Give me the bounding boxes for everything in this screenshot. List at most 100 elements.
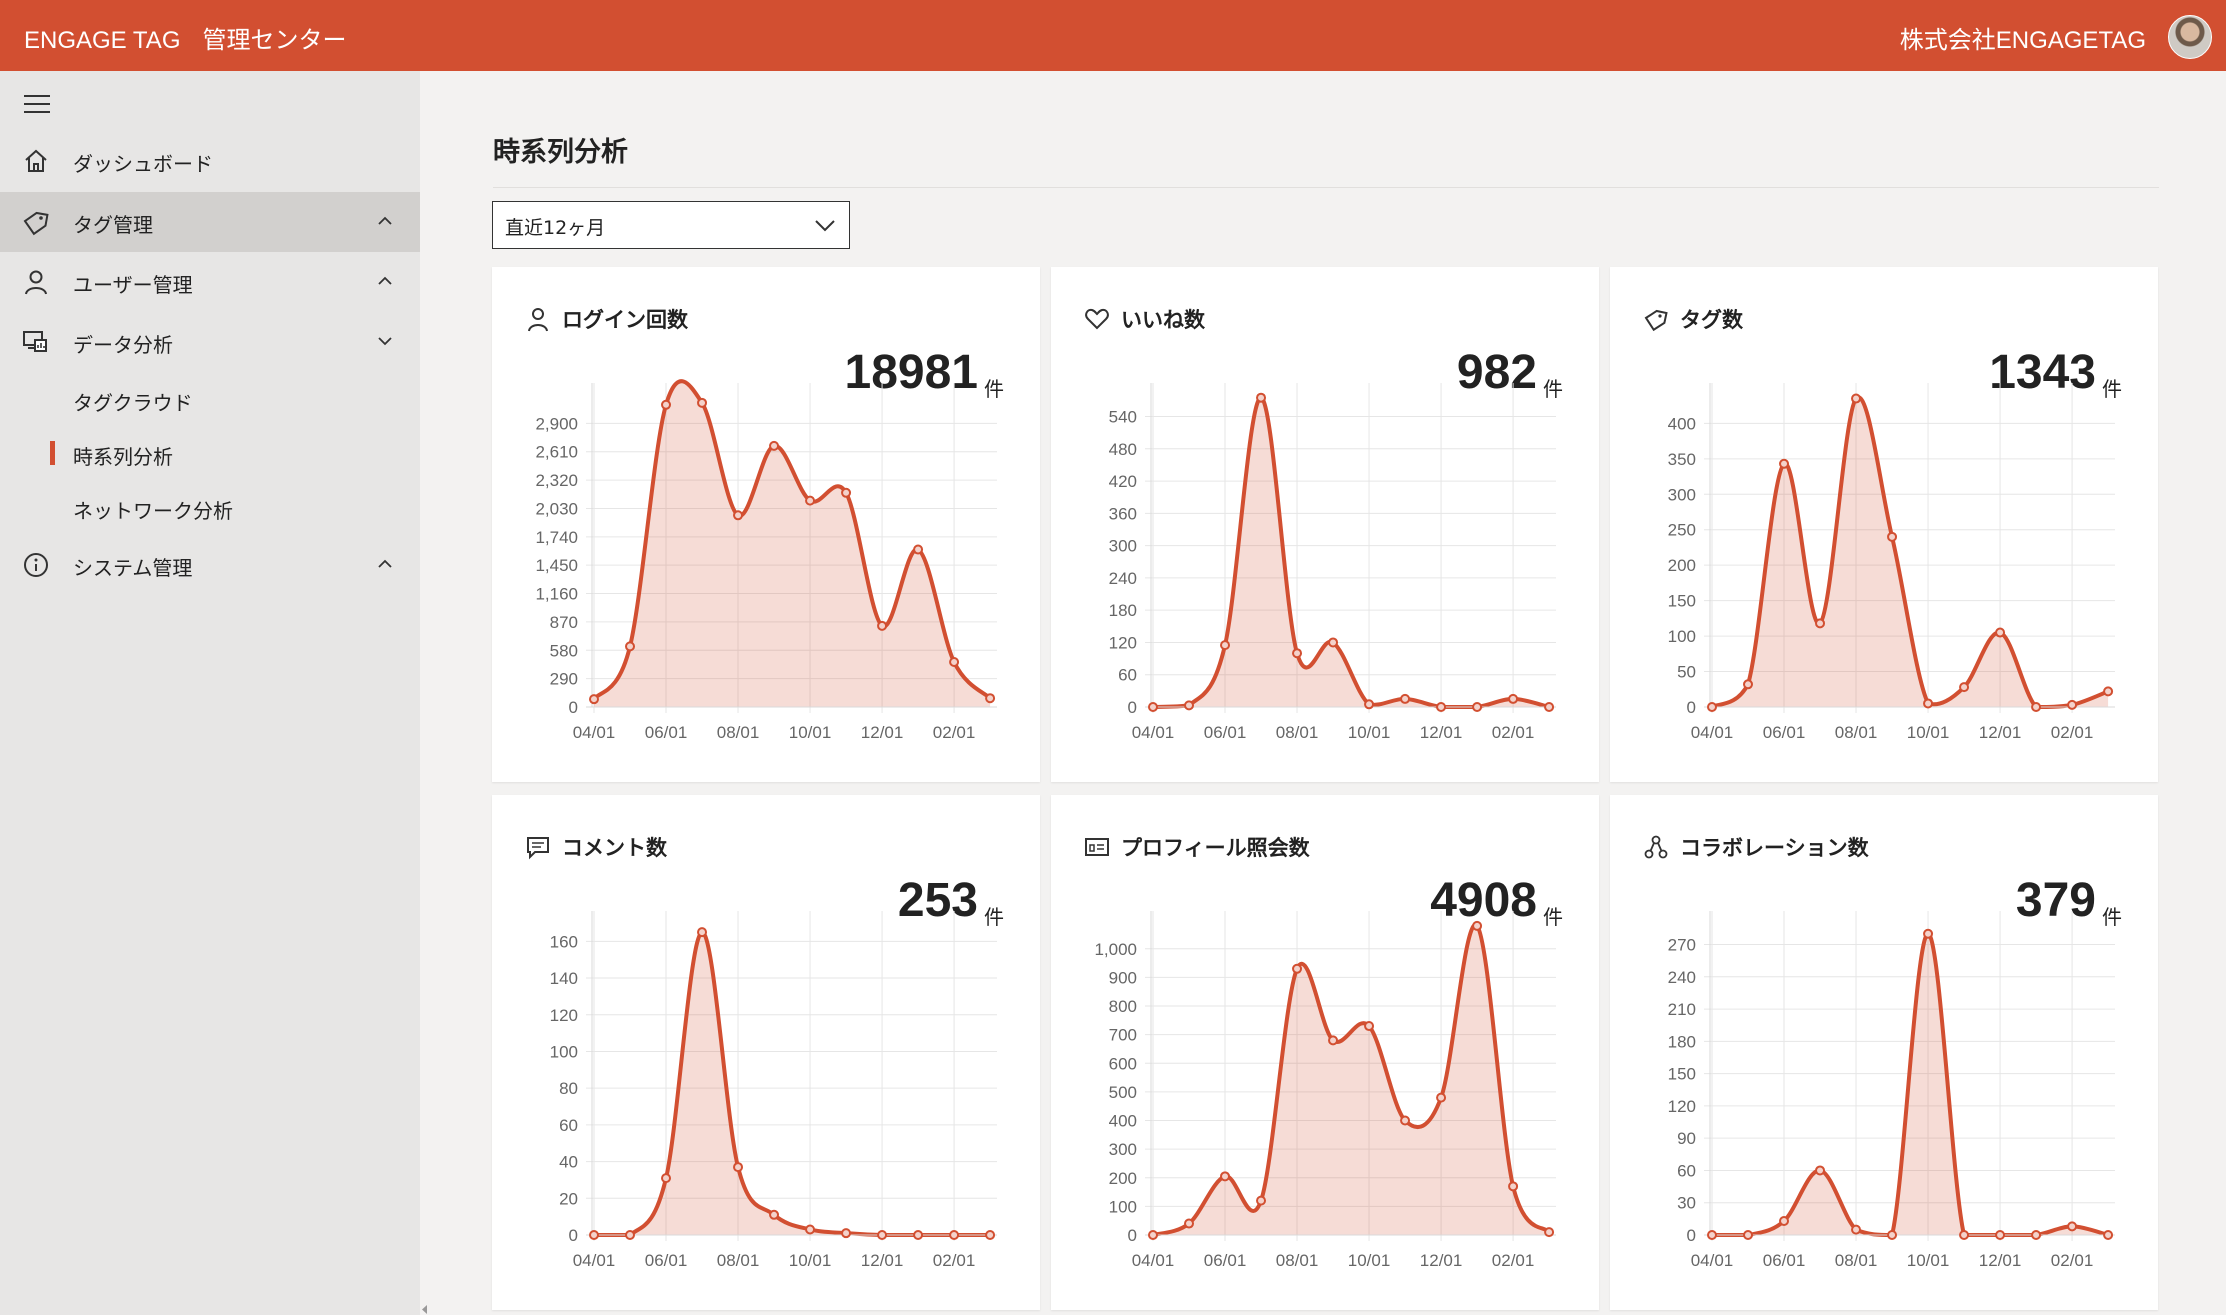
data-point[interactable]	[1995, 1230, 2006, 1240]
data-point[interactable]	[661, 1173, 672, 1184]
data-point[interactable]	[1472, 920, 1483, 931]
data-point[interactable]	[697, 397, 708, 408]
data-point[interactable]	[1184, 1218, 1195, 1229]
data-point[interactable]	[589, 694, 599, 705]
data-point[interactable]	[913, 544, 924, 555]
data-point[interactable]	[1364, 1021, 1375, 1032]
chevron-up-icon[interactable]	[378, 557, 392, 571]
data-point[interactable]	[985, 1230, 996, 1240]
data-point[interactable]	[1851, 393, 1862, 404]
data-point[interactable]	[1148, 1230, 1158, 1240]
y-tick-label: 800	[1109, 997, 1137, 1016]
chevron-down-icon[interactable]	[378, 334, 392, 348]
period-select[interactable]: 直近12ヶ月	[492, 201, 850, 249]
data-point[interactable]	[1220, 1171, 1231, 1182]
data-point[interactable]	[1256, 392, 1267, 403]
data-point[interactable]	[841, 1228, 852, 1239]
data-point[interactable]	[2103, 1230, 2114, 1240]
data-point[interactable]	[1400, 1115, 1411, 1126]
company-name[interactable]: 株式会社ENGAGETAG	[1900, 20, 2146, 55]
sidebar-item-data-analysis[interactable]: データ分析	[0, 312, 420, 372]
x-tick-label: 10/01	[1907, 1251, 1950, 1270]
data-point[interactable]	[949, 1230, 960, 1240]
y-tick-label: 540	[1109, 408, 1137, 427]
data-point[interactable]	[1779, 1216, 1790, 1227]
data-point[interactable]	[1887, 531, 1898, 542]
data-point[interactable]	[805, 495, 816, 506]
data-point[interactable]	[1923, 698, 1934, 709]
data-point[interactable]	[1815, 618, 1826, 629]
data-point[interactable]	[949, 657, 960, 668]
data-point[interactable]	[1995, 627, 2006, 638]
data-point[interactable]	[1851, 1224, 1862, 1235]
data-point[interactable]	[1544, 702, 1555, 712]
data-point[interactable]	[877, 620, 888, 631]
data-point[interactable]	[1292, 648, 1303, 659]
y-tick-label: 600	[1109, 1054, 1137, 1073]
data-point[interactable]	[1508, 693, 1519, 704]
data-point[interactable]	[841, 487, 852, 498]
data-point[interactable]	[1923, 928, 1934, 939]
app-brand[interactable]: ENGAGE TAG 管理センター	[24, 20, 346, 55]
data-point[interactable]	[625, 641, 636, 652]
data-point[interactable]	[1400, 693, 1411, 704]
data-point[interactable]	[1436, 1092, 1447, 1103]
data-point[interactable]	[2103, 686, 2114, 697]
data-point[interactable]	[1743, 1230, 1754, 1240]
data-point[interactable]	[1959, 1230, 1970, 1240]
data-point[interactable]	[2031, 702, 2042, 712]
sidebar-item-user-management[interactable]: ユーザー管理	[0, 252, 420, 312]
data-point[interactable]	[769, 440, 780, 451]
chevron-down-icon	[815, 220, 835, 232]
data-point[interactable]	[589, 1230, 599, 1240]
data-point[interactable]	[1887, 1230, 1898, 1240]
data-point[interactable]	[1328, 637, 1339, 648]
data-point[interactable]	[661, 399, 672, 410]
data-point[interactable]	[1256, 1195, 1267, 1206]
data-point[interactable]	[1779, 458, 1790, 469]
data-point[interactable]	[1959, 682, 1970, 693]
chevron-up-icon[interactable]	[378, 214, 392, 228]
data-point[interactable]	[1707, 702, 1717, 712]
menu-icon[interactable]	[24, 95, 50, 113]
data-analysis-icon	[23, 331, 47, 352]
data-point[interactable]	[697, 927, 708, 938]
data-point[interactable]	[1472, 702, 1483, 712]
data-point[interactable]	[1436, 702, 1447, 712]
sidebar-item-tag-management[interactable]: タグ管理	[0, 192, 420, 252]
data-point[interactable]	[1292, 963, 1303, 974]
data-point[interactable]	[805, 1224, 816, 1235]
data-point[interactable]	[1328, 1035, 1339, 1046]
chevron-up-icon[interactable]	[378, 274, 392, 288]
sidebar-item-system-management[interactable]: システム管理	[0, 535, 420, 595]
data-point[interactable]	[1815, 1165, 1826, 1176]
data-point[interactable]	[625, 1230, 636, 1240]
sidebar-subitem-time-series[interactable]: 時系列分析	[73, 441, 173, 470]
data-point[interactable]	[733, 1162, 744, 1173]
data-point[interactable]	[733, 510, 744, 521]
data-point[interactable]	[1184, 700, 1195, 711]
scroll-left-arrow[interactable]	[420, 1304, 430, 1315]
data-point[interactable]	[1544, 1227, 1555, 1238]
data-point[interactable]	[1707, 1230, 1717, 1240]
data-point[interactable]	[877, 1230, 888, 1240]
avatar[interactable]	[2168, 15, 2212, 59]
data-point[interactable]	[2031, 1230, 2042, 1240]
data-point[interactable]	[2067, 699, 2078, 710]
sidebar-subitem-network-analysis[interactable]: ネットワーク分析	[73, 495, 233, 524]
data-point[interactable]	[2067, 1221, 2078, 1232]
data-point[interactable]	[1148, 702, 1158, 712]
sidebar-item-dashboard[interactable]: ダッシュボード	[0, 131, 420, 191]
data-point[interactable]	[769, 1209, 780, 1220]
line-chart: 0 290 580 870 1,160 1,450 1,740 2,030 2,320 2,610…	[535, 379, 997, 742]
metric-card-login: ログイン回数 18981 件 0 290 580 870 1,160 1,450 1,740…	[492, 267, 1040, 782]
data-point[interactable]	[1364, 699, 1375, 710]
data-point[interactable]	[1508, 1181, 1519, 1192]
series-area	[1712, 397, 2109, 707]
data-point[interactable]	[913, 1230, 924, 1240]
data-point[interactable]	[1220, 640, 1231, 651]
data-point[interactable]	[985, 693, 996, 704]
sidebar-subitem-tag-cloud[interactable]: タグクラウド	[73, 387, 193, 416]
x-tick-label: 12/01	[1979, 723, 2022, 742]
data-point[interactable]	[1743, 679, 1754, 690]
